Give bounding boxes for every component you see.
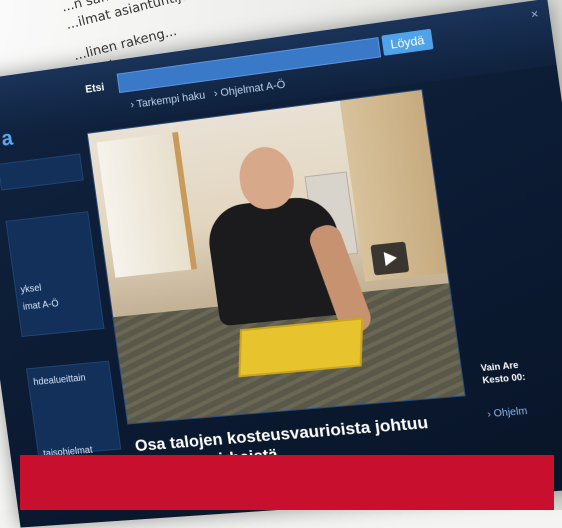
advanced-search-link[interactable]: › Tarkempi haku xyxy=(130,89,206,111)
yle-areena-page: Etsi Löydä › Tarkempi haku › Ohjelmat A-… xyxy=(0,0,562,528)
nav-box-2 xyxy=(6,211,105,337)
side-program-link[interactable]: › Ohjelm xyxy=(487,406,529,420)
close-icon[interactable]: × xyxy=(530,6,540,22)
search-button[interactable]: Löydä xyxy=(381,29,433,56)
play-icon[interactable] xyxy=(370,242,409,276)
nav-box-1[interactable] xyxy=(0,153,84,190)
nav-item-yksel[interactable]: yksel xyxy=(20,283,42,296)
video-player[interactable] xyxy=(87,89,466,425)
monitor-screen: Etsi Löydä › Tarkempi haku › Ohjelmat A-… xyxy=(0,0,562,528)
search-label: Etsi xyxy=(85,82,105,96)
side-info: Vain Are Kesto 00: xyxy=(480,353,562,387)
red-banner xyxy=(20,455,554,510)
programs-a-z-link[interactable]: › Ohjelmat A-Ö xyxy=(213,79,286,100)
